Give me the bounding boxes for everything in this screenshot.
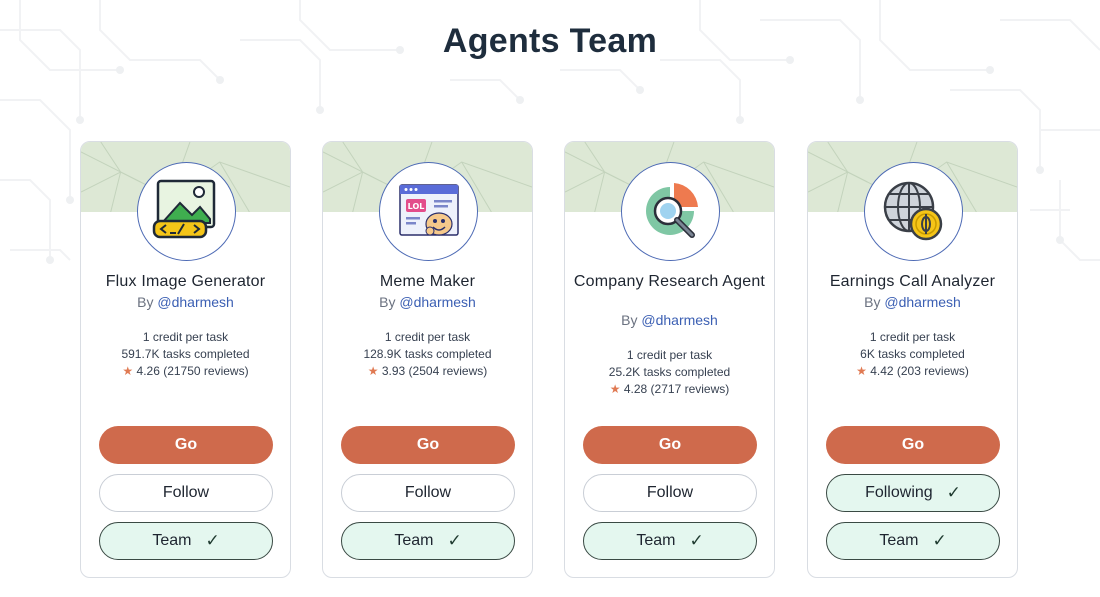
- tasks-completed: 6K tasks completed: [860, 347, 965, 361]
- team-button[interactable]: Team ✓: [99, 522, 273, 560]
- check-icon: ✓: [205, 531, 220, 550]
- following-button[interactable]: Following ✓: [826, 474, 1000, 512]
- author-handle-link[interactable]: @dharmesh: [641, 312, 717, 328]
- star-icon: ★: [856, 364, 867, 378]
- agent-name: Meme Maker: [379, 273, 476, 290]
- by-label: By: [379, 294, 396, 310]
- go-button[interactable]: Go: [583, 426, 757, 464]
- team-label: Team: [152, 532, 192, 549]
- globe-coin-icon: [883, 181, 942, 240]
- agent-avatar: [621, 162, 720, 261]
- follow-button[interactable]: Follow: [341, 474, 515, 512]
- rating: ★ 4.26 (21750 reviews): [81, 363, 290, 380]
- agent-card: LOL Meme Maker By @dharmesh 1 credit per…: [322, 141, 533, 578]
- star-icon: ★: [367, 364, 379, 378]
- follow-button[interactable]: Follow: [99, 474, 273, 512]
- go-button[interactable]: Go: [826, 426, 1000, 464]
- agent-card: Company Research Agent By @dharmesh 1 cr…: [564, 141, 775, 578]
- svg-text:LOL: LOL: [407, 202, 424, 211]
- agent-stats: 1 credit per task 591.7K tasks completed…: [81, 329, 290, 380]
- go-button[interactable]: Go: [99, 426, 273, 464]
- team-label: Team: [394, 532, 434, 549]
- team-label: Team: [636, 532, 676, 549]
- agent-stats: 1 credit per task 25.2K tasks completed …: [565, 347, 774, 398]
- following-label: Following: [865, 484, 933, 501]
- credit-cost: 1 credit per task: [869, 330, 956, 344]
- agent-name: Company Research Agent: [573, 273, 766, 290]
- team-button[interactable]: Team ✓: [341, 522, 515, 560]
- star-icon: ★: [122, 364, 134, 378]
- agent-author: By @dharmesh: [81, 294, 290, 310]
- agent-stats: 1 credit per task 128.9K tasks completed…: [323, 329, 532, 380]
- team-button[interactable]: Team ✓: [826, 522, 1000, 560]
- author-handle-link[interactable]: @dharmesh: [399, 294, 475, 310]
- rating-text: 4.42 (203 reviews): [870, 364, 969, 378]
- check-icon: ✓: [946, 483, 961, 502]
- credit-cost: 1 credit per task: [626, 348, 713, 362]
- rating: ★ 4.42 (203 reviews): [808, 363, 1017, 380]
- rating-text: 4.28 (2717 reviews): [623, 382, 730, 396]
- go-button[interactable]: Go: [341, 426, 515, 464]
- rating-text: 3.93 (2504 reviews): [381, 364, 488, 378]
- page-title: Agents Team: [442, 22, 658, 60]
- agent-name: Earnings Call Analyzer: [829, 273, 996, 290]
- meme-browser-icon: LOL: [398, 183, 459, 236]
- follow-button[interactable]: Follow: [583, 474, 757, 512]
- chart-magnifier-icon: [645, 182, 698, 238]
- agent-avatar: [864, 162, 963, 261]
- check-icon: ✓: [447, 531, 462, 550]
- agent-avatar: [137, 162, 236, 261]
- by-label: By: [137, 294, 154, 310]
- team-label: Team: [879, 532, 919, 549]
- rating: ★ 4.28 (2717 reviews): [565, 381, 774, 398]
- credit-cost: 1 credit per task: [142, 330, 229, 344]
- author-handle-link[interactable]: @dharmesh: [884, 294, 960, 310]
- team-button[interactable]: Team ✓: [583, 522, 757, 560]
- agent-avatar: LOL: [379, 162, 478, 261]
- agent-stats: 1 credit per task 6K tasks completed ★ 4…: [808, 329, 1017, 380]
- rating: ★ 3.93 (2504 reviews): [323, 363, 532, 380]
- tasks-completed: 128.9K tasks completed: [363, 347, 492, 361]
- check-icon: ✓: [689, 531, 704, 550]
- star-icon: ★: [609, 382, 621, 396]
- agent-name: Flux Image Generator: [105, 273, 266, 290]
- credit-cost: 1 credit per task: [384, 330, 471, 344]
- by-label: By: [621, 312, 638, 328]
- check-icon: ✓: [932, 531, 947, 550]
- agent-author: By @dharmesh: [565, 312, 774, 328]
- rating-text: 4.26 (21750 reviews): [136, 364, 249, 378]
- image-code-icon: [152, 179, 215, 238]
- agent-author: By @dharmesh: [808, 294, 1017, 310]
- author-handle-link[interactable]: @dharmesh: [157, 294, 233, 310]
- tasks-completed: 25.2K tasks completed: [608, 365, 731, 379]
- tasks-completed: 591.7K tasks completed: [121, 347, 250, 361]
- agent-card: Flux Image Generator By @dharmesh 1 cred…: [80, 141, 291, 578]
- by-label: By: [864, 294, 881, 310]
- agent-card: Earnings Call Analyzer By @dharmesh 1 cr…: [807, 141, 1018, 578]
- agent-author: By @dharmesh: [323, 294, 532, 310]
